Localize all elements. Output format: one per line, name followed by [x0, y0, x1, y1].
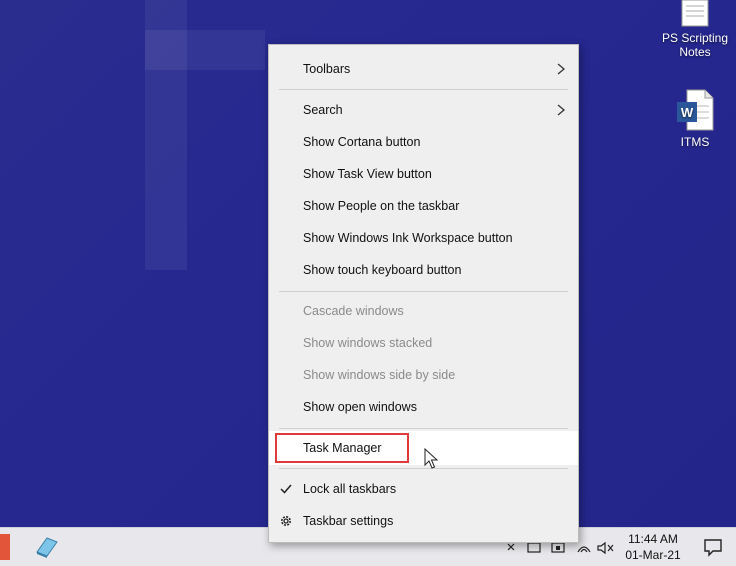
desktop-icon-label: Notes [679, 45, 711, 59]
menu-item-label: Show People on the taskbar [303, 199, 460, 213]
menu-item-show-windows-side-by-side: Show windows side by side [269, 359, 578, 391]
svg-text:W: W [681, 105, 694, 120]
notification-icon[interactable] [702, 537, 724, 557]
menu-item-search[interactable]: Search [269, 94, 578, 126]
desktop-icon-ps-scripting-notes[interactable]: PS Scripting Notes [655, 0, 735, 59]
taskbar-clock[interactable]: 11:44 AM 01-Mar-21 [618, 531, 688, 563]
menu-separator [279, 89, 568, 90]
menu-item-show-windows-stacked: Show windows stacked [269, 327, 578, 359]
menu-item-show-windows-ink-workspace[interactable]: Show Windows Ink Workspace button [269, 222, 578, 254]
menu-item-label: Toolbars [303, 62, 351, 76]
menu-separator [279, 428, 568, 429]
mouse-cursor-icon [424, 448, 438, 469]
taskbar-app-notepad[interactable] [33, 534, 59, 560]
menu-item-label: Show touch keyboard button [303, 263, 462, 277]
menu-item-show-people-on-taskbar[interactable]: Show People on the taskbar [269, 190, 578, 222]
wallpaper-shape [145, 30, 265, 70]
desktop-icon-label: ITMS [680, 135, 710, 149]
menu-item-show-open-windows[interactable]: Show open windows [269, 391, 578, 423]
menu-item-show-touch-keyboard[interactable]: Show touch keyboard button [269, 254, 578, 286]
text-document-icon [681, 0, 709, 27]
clock-date: 01-Mar-21 [625, 548, 681, 562]
gear-icon [281, 516, 291, 526]
desktop-icon-label: PS Scripting [661, 31, 729, 45]
chevron-right-icon [557, 63, 566, 75]
menu-item-label: Cascade windows [303, 304, 404, 318]
menu-item-label: Show Task View button [303, 167, 432, 181]
menu-item-cascade-windows: Cascade windows [269, 295, 578, 327]
menu-item-label: Search [303, 103, 343, 117]
menu-item-label: Show open windows [303, 400, 417, 414]
menu-item-label: Lock all taskbars [303, 482, 397, 496]
menu-item-show-task-view-button[interactable]: Show Task View button [269, 158, 578, 190]
menu-item-label: Taskbar settings [303, 514, 394, 528]
menu-separator [279, 291, 568, 292]
desktop-icon-itms[interactable]: W ITMS [655, 88, 735, 149]
chevron-right-icon [557, 104, 566, 116]
menu-item-show-cortana-button[interactable]: Show Cortana button [269, 126, 578, 158]
menu-item-label: Show windows side by side [303, 368, 456, 382]
menu-item-label: Show Windows Ink Workspace button [303, 231, 513, 245]
clock-time: 11:44 AM [628, 532, 678, 546]
menu-item-taskbar-settings[interactable]: Taskbar settings [269, 505, 578, 537]
menu-item-label: Task Manager [303, 441, 382, 455]
menu-item-label: Show windows stacked [303, 336, 433, 350]
menu-item-lock-all-taskbars[interactable]: Lock all taskbars [269, 473, 578, 505]
word-document-icon: W [677, 89, 714, 131]
menu-item-toolbars[interactable]: Toolbars [269, 53, 578, 85]
notepad-icon [36, 537, 58, 558]
taskbar-app-red[interactable] [0, 534, 10, 560]
menu-item-label: Show Cortana button [303, 135, 421, 149]
checkmark-icon [280, 484, 292, 494]
